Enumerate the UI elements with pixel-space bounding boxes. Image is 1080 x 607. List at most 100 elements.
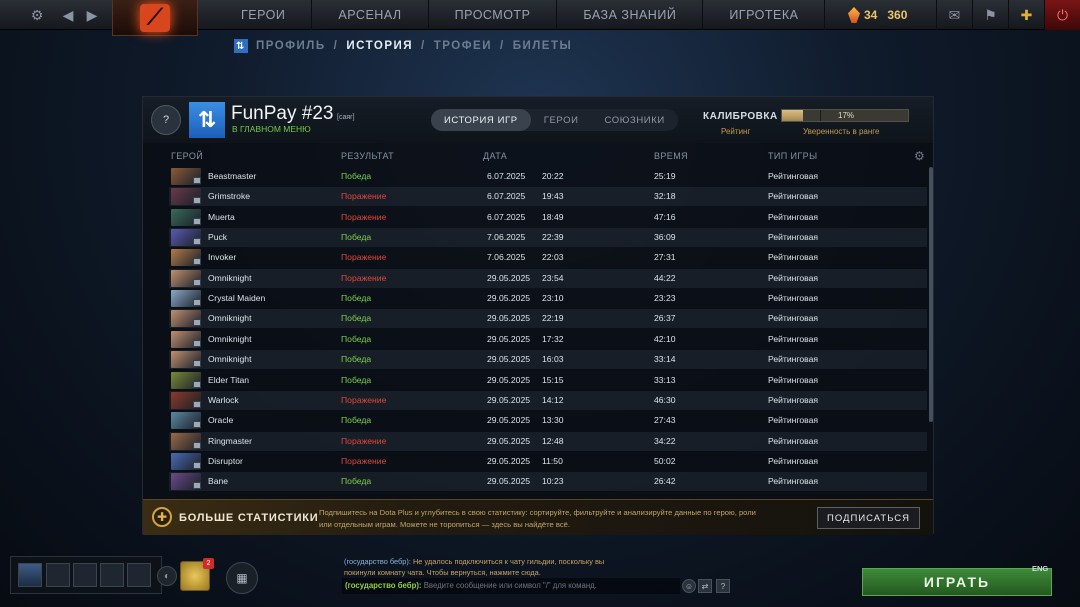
table-row[interactable]: Ringmaster Поражение 29.05.2025 12:48 34:22 Р… <box>169 431 927 451</box>
tab-match-history[interactable]: ИСТОРИЯ ИГР <box>431 109 531 131</box>
col-hero[interactable]: ГЕРОЙ <box>171 151 203 161</box>
power-icon[interactable]: ⏻ <box>1044 0 1080 30</box>
game-type: Рейтинговая <box>768 435 819 446</box>
game-type: Рейтинговая <box>768 293 819 304</box>
match-result: Поражение <box>341 394 387 405</box>
table-row[interactable]: Bane Победа 29.05.2025 10:23 26:42 Рейтингова… <box>169 472 927 492</box>
back-arrow-icon[interactable]: ◀ <box>58 0 78 30</box>
player-status: В ГЛАВНОМ МЕНЮ <box>232 124 311 134</box>
profile-subnav: ⇅ ПРОФИЛЬ / ИСТОРИЯ / ТРОФЕИ / БИЛЕТЫ <box>234 38 572 54</box>
role-icon <box>193 482 201 490</box>
party-slot-empty[interactable] <box>100 563 124 587</box>
chat-options-icon[interactable]: ⇄ <box>698 579 712 593</box>
dota-plus-banner: ✚ БОЛЬШЕ СТАТИСТИКИ Подпишитесь на Dota … <box>143 499 933 535</box>
nav-arsenal[interactable]: АРСЕНАЛ <box>312 0 429 30</box>
table-row[interactable]: Omniknight Поражение 29.05.2025 23:54 44:22 Р… <box>169 268 927 288</box>
match-result: Победа <box>341 476 372 487</box>
table-row[interactable]: Warlock Поражение 29.05.2025 14:12 46:30 Рейт… <box>169 390 927 410</box>
shards-icon <box>848 7 860 23</box>
tab-heroes[interactable]: ГЕРОИ <box>531 109 592 131</box>
match-duration: 33:14 <box>654 354 676 365</box>
play-button[interactable]: ИГРАТЬ <box>862 568 1052 596</box>
game-type: Рейтинговая <box>768 455 819 466</box>
chat-input[interactable]: (государство бебр): Введите сообщение ил… <box>342 578 680 594</box>
calibration-percent: 17% <box>838 111 855 120</box>
party-slot-empty[interactable] <box>46 563 70 587</box>
match-duration: 32:18 <box>654 191 676 202</box>
tab-allies[interactable]: СОЮЗНИКИ <box>592 109 678 131</box>
match-date: 29.05.2025 <box>487 293 531 304</box>
table-row[interactable]: Muerta Поражение 6.07.2025 18:49 47:16 Рейтин… <box>169 208 927 227</box>
match-date: 29.05.2025 <box>487 435 531 446</box>
table-row[interactable]: Omniknight Победа 29.05.2025 16:03 33:14 Рейт… <box>169 350 927 370</box>
table-row[interactable]: Puck Победа 7.06.2025 22:39 36:09 Рейтинговая <box>169 228 927 248</box>
match-result: Победа <box>341 313 372 324</box>
subnav-history[interactable]: ИСТОРИЯ <box>346 40 413 52</box>
forward-arrow-icon[interactable]: ▶ <box>82 0 102 30</box>
chat-channel: (государство бебр): <box>345 581 422 590</box>
table-settings-gear-icon[interactable]: ⚙ <box>914 149 925 163</box>
subscribe-button[interactable]: ПОДПИСАТЬСЯ <box>817 507 920 529</box>
table-row[interactable]: Omniknight Победа 29.05.2025 22:19 26:37 Рейт… <box>169 309 927 329</box>
rank-badge-icon[interactable]: ? <box>151 105 181 135</box>
hero-name: Omniknight <box>208 313 252 324</box>
nav-watch[interactable]: ПРОСМОТР <box>429 0 558 30</box>
dota-logo-button[interactable]: ⟋ <box>112 0 198 36</box>
subnav-profile[interactable]: ПРОФИЛЬ <box>256 40 326 52</box>
subnav-trophies[interactable]: ТРОФЕИ <box>434 40 492 52</box>
role-icon <box>193 258 201 266</box>
match-date: 29.05.2025 <box>487 333 531 344</box>
party-slot-self[interactable] <box>18 563 42 587</box>
match-duration: 34:22 <box>654 435 676 446</box>
calibration-label: КАЛИБРОВКА <box>703 111 778 122</box>
chat-placeholder: Введите сообщение или символ "/" для ком… <box>423 581 597 590</box>
match-list-scrollbar[interactable] <box>929 167 933 422</box>
calibration-progress-fill <box>782 110 804 121</box>
help-icon[interactable]: ? <box>716 579 730 593</box>
voice-chat-icon[interactable]: ◐ <box>157 566 177 586</box>
nav-knowledge-base[interactable]: БАЗА ЗНАНИЙ <box>557 0 704 30</box>
col-game-type[interactable]: ТИП ИГРЫ <box>768 151 817 161</box>
table-row[interactable]: Grimstroke Поражение 6.07.2025 19:43 32:18 Ре… <box>169 187 927 207</box>
mail-icon[interactable]: ✉ <box>936 0 972 30</box>
table-row[interactable]: Crystal Maiden Победа 29.05.2025 23:10 23:23… <box>169 289 927 308</box>
party-menu-icon[interactable]: ▦ <box>226 562 258 594</box>
match-result: Победа <box>341 171 372 181</box>
nav-arcade[interactable]: ИГРОТЕКА <box>703 0 826 30</box>
player-avatar[interactable]: ⇅ <box>189 102 225 138</box>
hero-name: Omniknight <box>208 333 252 344</box>
chat-message[interactable]: (государство бебр): Не удалось подключит… <box>344 556 634 578</box>
match-duration: 46:30 <box>654 394 676 405</box>
party-slot-empty[interactable] <box>73 563 97 587</box>
table-row[interactable]: Oracle Победа 29.05.2025 13:30 27:43 Рейтинго… <box>169 411 927 430</box>
match-result: Поражение <box>341 211 387 222</box>
match-date: 29.05.2025 <box>487 394 531 405</box>
col-date[interactable]: ДАТА <box>483 151 507 161</box>
party-slot-empty[interactable] <box>127 563 151 587</box>
table-row[interactable]: Elder Titan Победа 29.05.2025 15:15 33:13 Рей… <box>169 371 927 390</box>
table-row[interactable]: Beastmaster Победа 6.07.2025 20:22 25:19 Рейт… <box>169 167 927 186</box>
armory-icon[interactable]: ⚑ <box>972 0 1008 30</box>
col-duration[interactable]: ВРЕМЯ <box>654 151 688 161</box>
match-date: 29.05.2025 <box>487 476 531 487</box>
role-icon <box>193 339 201 347</box>
match-duration: 36:09 <box>654 232 676 243</box>
dota-plus-icon[interactable]: ✚ <box>1008 0 1044 30</box>
match-duration: 27:31 <box>654 252 676 263</box>
game-type: Рейтинговая <box>768 415 819 426</box>
match-history-panel: ? ⇅ FunPay #23 [саяг] В ГЛАВНОМ МЕНЮ ИСТ… <box>142 96 934 535</box>
match-time: 10:23 <box>542 476 564 487</box>
table-row[interactable]: Omniknight Победа 29.05.2025 17:32 42:10 Рейт… <box>169 330 927 349</box>
match-time: 18:49 <box>542 211 564 222</box>
game-type: Рейтинговая <box>768 171 819 181</box>
settings-gear-icon[interactable]: ⚙ <box>24 0 50 30</box>
emoji-icon[interactable]: ☺ <box>682 579 696 593</box>
subnav-tickets[interactable]: БИЛЕТЫ <box>513 40 573 52</box>
currency-display[interactable]: 34 360 <box>848 4 907 26</box>
role-icon <box>193 177 201 184</box>
dota-plus-title: БОЛЬШЕ СТАТИСТИКИ <box>179 512 319 524</box>
table-row[interactable]: Disruptor Поражение 29.05.2025 11:50 50:02 Ре… <box>169 452 927 471</box>
col-result[interactable]: РЕЗУЛЬТАТ <box>341 151 394 161</box>
table-row[interactable]: Invoker Поражение 7.06.2025 22:03 27:31 Рейти… <box>169 248 927 267</box>
nav-heroes[interactable]: ГЕРОИ <box>215 0 313 30</box>
